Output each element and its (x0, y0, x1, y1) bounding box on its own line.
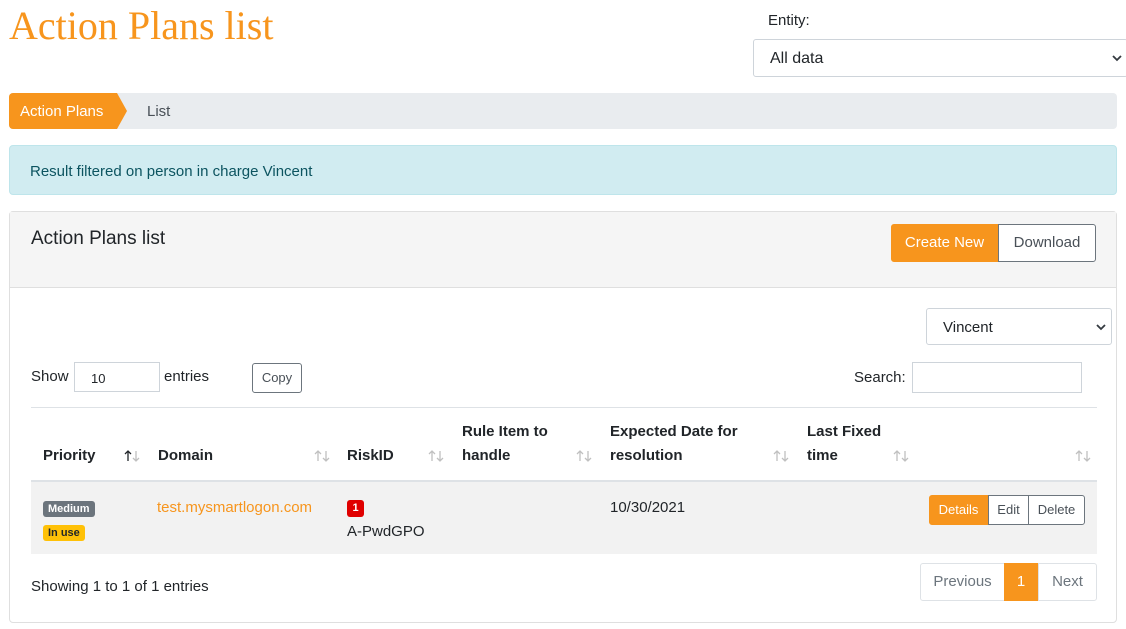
column-header-label: Domain (158, 447, 214, 464)
search-input[interactable] (912, 362, 1082, 393)
person-filter-value: Vincent (943, 319, 993, 336)
breadcrumb: Action Plans List (9, 93, 1117, 129)
column-header-last-fixed[interactable]: Last Fixed time (795, 412, 915, 480)
entries-length-select[interactable]: 10 (74, 362, 160, 392)
column-header-domain[interactable]: Domain (146, 412, 336, 480)
entity-select-value: All data (770, 50, 824, 67)
person-filter-select[interactable]: Vincent (926, 308, 1112, 345)
details-button[interactable]: Details (929, 495, 988, 525)
column-header-riskid[interactable]: RiskID (335, 412, 450, 480)
pagination: Previous 1 Next (920, 563, 1097, 601)
entity-select[interactable]: All data (753, 39, 1126, 77)
previous-page-button[interactable]: Previous (920, 563, 1005, 601)
card-header: Action Plans list Create New Download (10, 212, 1116, 288)
sort-icon (576, 450, 592, 462)
action-plans-card: Action Plans list Create New Download Vi… (9, 211, 1117, 623)
column-header-priority[interactable]: Priority (31, 412, 146, 480)
filter-alert-text: Result filtered on person in charge Vinc… (30, 163, 313, 180)
delete-button[interactable]: Delete (1028, 495, 1085, 525)
page-1-button[interactable]: 1 (1004, 563, 1038, 601)
expected-date: 10/30/2021 (610, 499, 686, 516)
sort-icon (893, 450, 909, 462)
column-header-label: Priority (43, 447, 96, 464)
edit-button[interactable]: Edit (988, 495, 1029, 525)
sort-icon (773, 450, 789, 462)
table-row: Medium In use test.mysmartlogon.com 1 A-… (31, 482, 1097, 554)
entries-length-value: 10 (91, 371, 106, 386)
entity-label: Entity: (768, 12, 810, 29)
breadcrumb-action-plans[interactable]: Action Plans (9, 93, 117, 129)
table-top-divider (31, 407, 1097, 408)
page-title: Action Plans list (9, 3, 274, 48)
sort-asc-icon (124, 450, 140, 462)
column-header-label: RiskID (347, 447, 394, 464)
next-page-button[interactable]: Next (1038, 563, 1097, 601)
column-header-expected-date[interactable]: Expected Date for resolution (598, 412, 795, 480)
download-button[interactable]: Download (998, 224, 1096, 262)
breadcrumb-current: List (147, 103, 171, 120)
status-badge: In use (43, 525, 85, 541)
risk-id: A-PwdGPO (347, 523, 425, 540)
breadcrumb-arrow (117, 93, 127, 129)
domain-link[interactable]: test.mysmartlogon.com (157, 499, 312, 516)
chevron-down-icon (1096, 323, 1106, 330)
sort-icon (428, 450, 444, 462)
search-label: Search: (854, 369, 906, 386)
column-header-label: Last Fixed time (807, 423, 882, 464)
filter-alert: Result filtered on person in charge Vinc… (9, 145, 1117, 195)
risk-count-badge: 1 (347, 500, 364, 517)
entries-label: entries (164, 368, 210, 385)
column-header-actions[interactable] (915, 412, 1097, 480)
column-header-label: Rule Item to handle (462, 423, 548, 464)
card-title: Action Plans list (31, 228, 166, 249)
create-new-button[interactable]: Create New (891, 224, 998, 262)
column-header-label: Expected Date for resolution (610, 423, 738, 464)
table-info: Showing 1 to 1 of 1 entries (31, 578, 209, 595)
sort-icon (1075, 450, 1091, 462)
priority-badge: Medium (43, 501, 95, 517)
column-header-rule-item[interactable]: Rule Item to handle (450, 412, 598, 480)
chevron-down-icon (1112, 55, 1122, 62)
show-label: Show (31, 368, 69, 385)
sort-icon (314, 450, 330, 462)
copy-button[interactable]: Copy (252, 363, 302, 393)
